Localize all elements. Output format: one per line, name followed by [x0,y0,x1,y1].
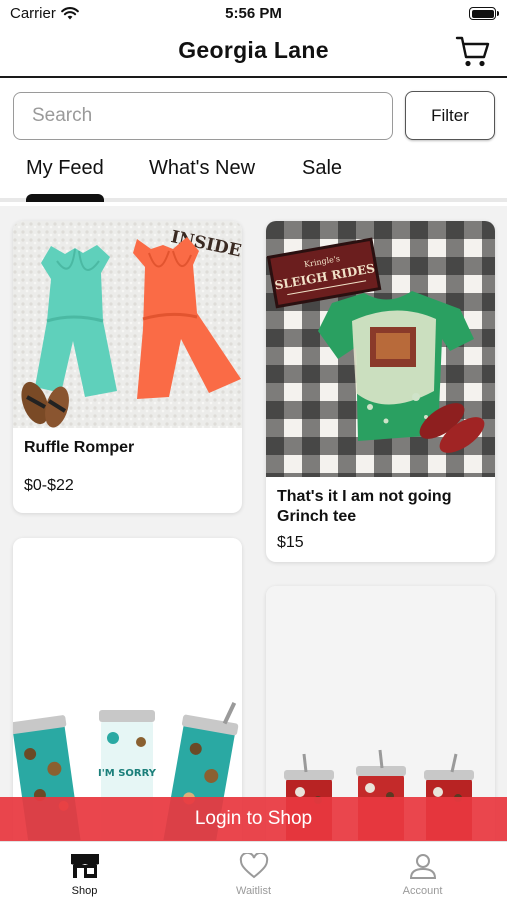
tab-bar-label: Shop [71,885,98,897]
storefront-icon [71,854,99,878]
store-title: Georgia Lane [178,37,329,63]
login-to-shop-banner[interactable]: Login to Shop [0,797,507,841]
product-price: $15 [277,534,304,551]
tab-whats-new[interactable]: What's New [149,157,255,180]
status-bar: Carrier 5:56 PM [0,0,507,28]
product-image: Kringle's SLEIGH RIDES [266,221,495,477]
product-price: $0-$22 [24,477,74,494]
product-card[interactable]: Kringle's SLEIGH RIDES That's it I am no… [266,221,495,562]
tab-bar-account[interactable]: Account [338,842,507,900]
clock: 5:56 PM [225,5,282,22]
product-feed[interactable]: INSIDE Ruffle Romper $0-$22 Kringle's SL… [0,206,507,840]
svg-text:I'M SORRY: I'M SORRY [98,768,157,779]
product-card[interactable]: INSIDE Ruffle Romper $0-$22 [13,221,242,513]
heart-icon [239,853,269,879]
product-title: Ruffle Romper [24,439,135,456]
feed-tabs: My Feed What's New Sale [0,150,507,202]
nav-bar: Georgia Lane [0,28,507,78]
active-tab-indicator [26,194,104,202]
bottom-tab-bar: Shop Waitlist Account [0,841,507,900]
product-card[interactable]: I'M SORRY [13,538,242,840]
cart-button[interactable] [455,35,491,69]
tab-bar-shop[interactable]: Shop [0,842,169,900]
tab-my-feed[interactable]: My Feed [26,157,104,180]
cart-icon [455,36,490,67]
product-title: That's it I am not going Grinch tee [277,488,452,525]
search-input[interactable] [13,92,393,140]
tab-bar-waitlist[interactable]: Waitlist [169,842,338,900]
tab-sale[interactable]: Sale [302,157,342,180]
product-image: I'M SORRY [13,538,242,840]
search-row: Filter [0,90,507,142]
tab-bar-label: Account [402,885,443,897]
person-icon [409,854,437,879]
battery-icon [469,7,499,20]
tab-bar-label: Waitlist [235,885,272,897]
filter-button[interactable]: Filter [405,91,495,140]
product-image: INSIDE [13,221,242,428]
